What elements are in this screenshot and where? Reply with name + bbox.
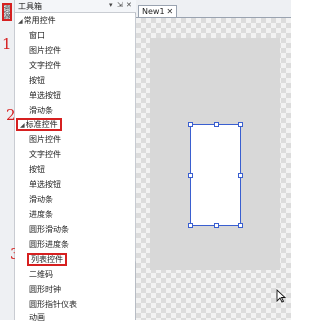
collapse-arrow-icon[interactable]: ◢: [20, 122, 25, 129]
list-control-highlight: 列表控件: [27, 253, 67, 266]
toolbox-header: 工具箱 ▾ ⇲ ✕: [15, 0, 136, 13]
toolbox-item[interactable]: 圆形滑动条: [29, 223, 69, 236]
document-tab-label: New1: [142, 7, 165, 16]
resize-handle[interactable]: [238, 223, 243, 228]
pin-icon[interactable]: ⇲: [117, 1, 123, 9]
selected-widget[interactable]: [188, 122, 243, 228]
resize-handle[interactable]: [238, 122, 243, 127]
toolbox-item[interactable]: 按钮: [29, 163, 45, 176]
group-standard-highlight: ◢标准控件: [16, 118, 62, 131]
toolbox-item[interactable]: 按钮: [29, 74, 45, 87]
resize-handle[interactable]: [188, 223, 193, 228]
resource-tab[interactable]: 资源: [2, 3, 12, 21]
close-icon[interactable]: ✕: [167, 7, 174, 16]
group-standard-controls[interactable]: ◢标准控件: [16, 118, 62, 131]
document-tab[interactable]: New1 ✕: [138, 5, 178, 17]
toolbox-title: 工具箱: [18, 2, 42, 11]
resize-handle[interactable]: [238, 173, 243, 178]
toolbox-item[interactable]: 圆形指针仪表: [29, 298, 77, 311]
group-label: 常用控件: [23, 16, 56, 25]
toolbox-item[interactable]: 文字控件: [29, 59, 61, 72]
close-icon[interactable]: ✕: [126, 1, 132, 9]
toolbox-item[interactable]: 二维码: [29, 268, 53, 281]
toolbox-item[interactable]: 圆形进度条: [29, 238, 69, 251]
resize-handle[interactable]: [214, 223, 219, 228]
toolbox-item[interactable]: 单选按钮: [29, 178, 61, 191]
collapse-arrow-icon[interactable]: ◢: [18, 18, 23, 25]
toolbox-item[interactable]: 动画: [29, 311, 45, 324]
group-label: 标准控件: [25, 120, 58, 129]
toolbox-item[interactable]: 图片控件: [29, 44, 61, 57]
design-area: New1 ✕: [136, 0, 291, 320]
resize-handle[interactable]: [188, 122, 193, 127]
group-common-controls[interactable]: ◢常用控件: [18, 14, 56, 27]
resize-handle[interactable]: [188, 173, 193, 178]
toolbox-item[interactable]: 圆形时钟: [29, 283, 61, 296]
toolbox-item[interactable]: 窗口: [29, 29, 45, 42]
stage[interactable]: [150, 38, 280, 270]
annotation-number-1: 1: [2, 35, 12, 53]
toolbox-item[interactable]: 滑动条: [29, 193, 53, 206]
toolbox-item-list-control[interactable]: 列表控件: [27, 253, 67, 266]
mouse-cursor-icon: [276, 289, 286, 303]
toolbox-panel: 工具箱 ▾ ⇲ ✕ ◢常用控件 窗口 图片控件 文字控件 按钮 单选按钮 滑动条…: [15, 0, 140, 322]
design-canvas[interactable]: [136, 17, 291, 320]
toolbox-item[interactable]: 进度条: [29, 208, 53, 221]
dropdown-icon[interactable]: ▾: [109, 1, 113, 9]
toolbox-item[interactable]: 单选按钮: [29, 89, 61, 102]
resize-handle[interactable]: [214, 122, 219, 127]
toolbox-item[interactable]: 图片控件: [29, 133, 61, 146]
toolbox-item[interactable]: 滑动条: [29, 104, 53, 117]
toolbox-item[interactable]: 文字控件: [29, 148, 61, 161]
resource-tab-label: 资源: [3, 5, 11, 19]
